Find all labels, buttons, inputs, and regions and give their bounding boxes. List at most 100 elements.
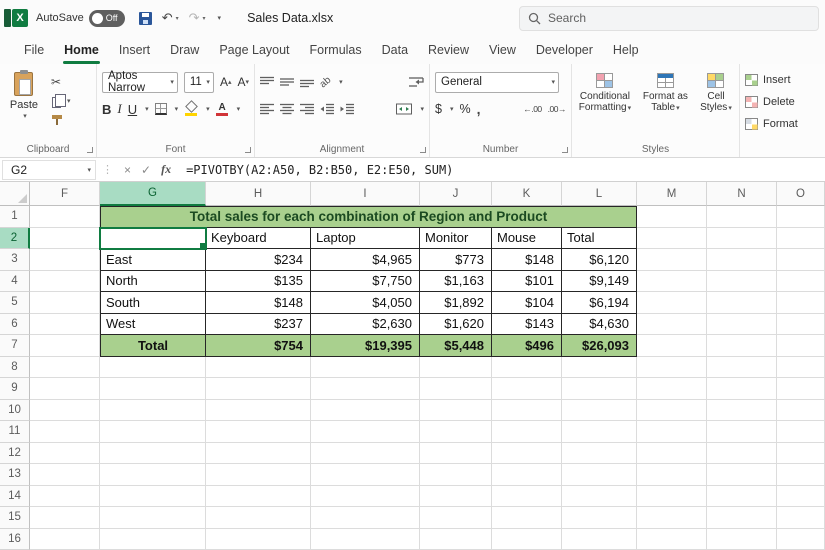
save-icon[interactable] (139, 12, 152, 25)
cell-M9[interactable] (637, 378, 707, 400)
cell-N3[interactable] (707, 249, 777, 271)
cell-G14[interactable] (100, 486, 206, 508)
cell-J4[interactable]: $1,163 (420, 271, 492, 293)
cell-L9[interactable] (562, 378, 637, 400)
cell-K13[interactable] (492, 464, 562, 486)
name-box[interactable]: G2▾ (2, 160, 96, 180)
column-header-O[interactable]: O (777, 182, 825, 206)
increase-font-button[interactable]: A▴ (220, 75, 232, 89)
cell-L16[interactable] (562, 529, 637, 550)
alignment-dialog-launcher-icon[interactable] (420, 147, 426, 153)
cell-G11[interactable] (100, 421, 206, 443)
borders-icon[interactable] (155, 103, 167, 115)
cell-L8[interactable] (562, 357, 637, 379)
cell-F7[interactable] (30, 335, 100, 357)
menu-tab-data[interactable]: Data (372, 36, 418, 64)
cell-N5[interactable] (707, 292, 777, 314)
cell-H2[interactable]: Keyboard (206, 228, 311, 250)
cell-J5[interactable]: $1,892 (420, 292, 492, 314)
cell-L7[interactable]: $26,093 (562, 335, 637, 357)
number-format-select[interactable]: General▾ (435, 72, 559, 93)
cell-N10[interactable] (707, 400, 777, 422)
format-as-table-button[interactable]: Format as Table▾ (643, 73, 688, 114)
row-header-14[interactable]: 14 (0, 486, 30, 508)
number-dialog-launcher-icon[interactable] (562, 147, 568, 153)
cell-H6[interactable]: $237 (206, 314, 311, 336)
cell-L15[interactable] (562, 507, 637, 529)
cell-F5[interactable] (30, 292, 100, 314)
italic-button[interactable]: I (117, 101, 121, 117)
cell-N14[interactable] (707, 486, 777, 508)
cell-I5[interactable]: $4,050 (311, 292, 420, 314)
cell-N1[interactable] (707, 206, 777, 228)
bold-button[interactable]: B (102, 102, 111, 117)
cell-L13[interactable] (562, 464, 637, 486)
cell-M4[interactable] (637, 271, 707, 293)
cell-L10[interactable] (562, 400, 637, 422)
cell-F10[interactable] (30, 400, 100, 422)
format-cells-button[interactable]: Format (745, 115, 825, 133)
row-header-2[interactable]: 2 (0, 228, 30, 250)
menu-tab-page-layout[interactable]: Page Layout (209, 36, 299, 64)
row-header-12[interactable]: 12 (0, 443, 30, 465)
font-color-icon[interactable]: A (216, 103, 229, 116)
cell-K6[interactable]: $143 (492, 314, 562, 336)
decrease-font-button[interactable]: A▾ (237, 75, 249, 89)
cell-J11[interactable] (420, 421, 492, 443)
cell-G12[interactable] (100, 443, 206, 465)
cell-O16[interactable] (777, 529, 825, 550)
cell-O14[interactable] (777, 486, 825, 508)
cell-O8[interactable] (777, 357, 825, 379)
cell-O7[interactable] (777, 335, 825, 357)
column-header-N[interactable]: N (707, 182, 777, 206)
row-header-16[interactable]: 16 (0, 529, 30, 550)
cell-M11[interactable] (637, 421, 707, 443)
row-header-13[interactable]: 13 (0, 464, 30, 486)
cell-L5[interactable]: $6,194 (562, 292, 637, 314)
cell-F12[interactable] (30, 443, 100, 465)
cell-styles-button[interactable]: Cell Styles▾ (698, 73, 734, 114)
cell-O6[interactable] (777, 314, 825, 336)
undo-button[interactable]: ↶▾ (162, 10, 179, 26)
cell-M6[interactable] (637, 314, 707, 336)
conditional-formatting-button[interactable]: Conditional Formatting▾ (577, 73, 633, 114)
cell-O1[interactable] (777, 206, 825, 228)
cell-F9[interactable] (30, 378, 100, 400)
row-header-10[interactable]: 10 (0, 400, 30, 422)
cell-F15[interactable] (30, 507, 100, 529)
cell-L14[interactable] (562, 486, 637, 508)
cell-H11[interactable] (206, 421, 311, 443)
column-header-J[interactable]: J (420, 182, 492, 206)
cell-K10[interactable] (492, 400, 562, 422)
cell-I10[interactable] (311, 400, 420, 422)
cell-O12[interactable] (777, 443, 825, 465)
align-bottom-icon[interactable] (300, 76, 314, 88)
cell-I11[interactable] (311, 421, 420, 443)
cell-J3[interactable]: $773 (420, 249, 492, 271)
increase-indent-icon[interactable] (340, 103, 354, 115)
cell-I8[interactable] (311, 357, 420, 379)
row-header-3[interactable]: 3 (0, 249, 30, 271)
cell-L4[interactable]: $9,149 (562, 271, 637, 293)
cell-M1[interactable] (637, 206, 707, 228)
row-header-9[interactable]: 9 (0, 378, 30, 400)
align-middle-icon[interactable] (280, 76, 294, 88)
accounting-format-button[interactable]: $ (435, 102, 442, 116)
cell-F14[interactable] (30, 486, 100, 508)
increase-decimal-button[interactable]: ←.00 (523, 104, 541, 114)
cell-H16[interactable] (206, 529, 311, 550)
cell-G5[interactable]: South (100, 292, 206, 314)
cell-K5[interactable]: $104 (492, 292, 562, 314)
menu-tab-home[interactable]: Home (54, 36, 109, 64)
row-header-6[interactable]: 6 (0, 314, 30, 336)
cell-K15[interactable] (492, 507, 562, 529)
cell-G1[interactable]: Total sales for each combination of Regi… (100, 206, 637, 228)
cell-I2[interactable]: Laptop (311, 228, 420, 250)
cell-O5[interactable] (777, 292, 825, 314)
cell-F3[interactable] (30, 249, 100, 271)
cell-J12[interactable] (420, 443, 492, 465)
font-size-select[interactable]: 11▾ (184, 72, 214, 93)
cell-F13[interactable] (30, 464, 100, 486)
column-header-G[interactable]: G (100, 182, 206, 206)
cell-G16[interactable] (100, 529, 206, 550)
